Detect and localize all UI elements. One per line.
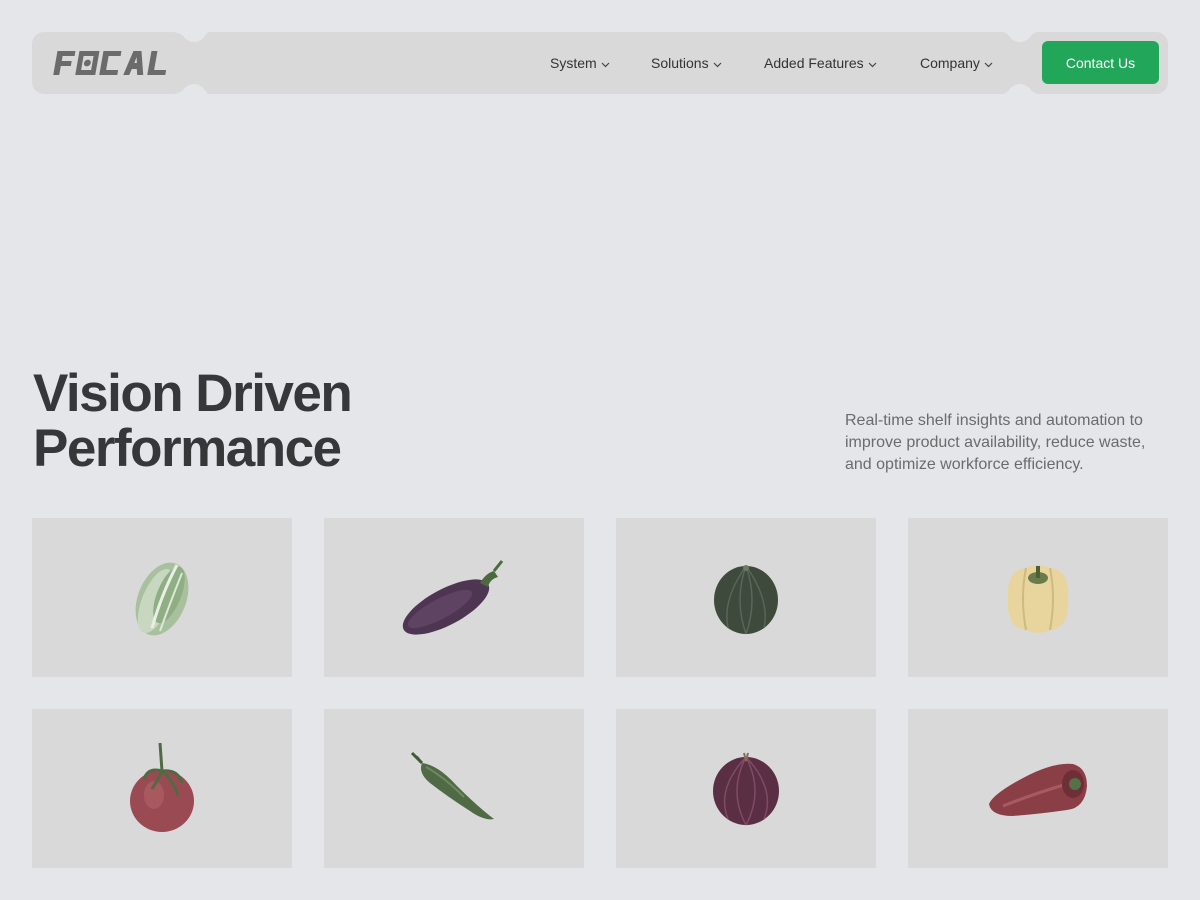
red-pepper-icon bbox=[989, 763, 1087, 816]
product-grid bbox=[32, 518, 1168, 868]
product-tile-eggplant[interactable] bbox=[324, 518, 584, 677]
product-tile-round-zucchini[interactable] bbox=[616, 518, 876, 677]
product-tile-yellow-pepper[interactable] bbox=[908, 518, 1168, 677]
focal-logo[interactable] bbox=[50, 46, 168, 80]
contact-us-button[interactable]: Contact Us bbox=[1042, 41, 1159, 84]
product-tile-red-onion[interactable] bbox=[616, 709, 876, 868]
hero-title-line-1: Vision Driven bbox=[33, 364, 353, 423]
nav-item-label: Solutions bbox=[651, 55, 709, 71]
nav-item-company[interactable]: Company bbox=[920, 32, 993, 94]
nav-item-solutions[interactable]: Solutions bbox=[651, 32, 722, 94]
product-tile-red-pepper[interactable] bbox=[908, 709, 1168, 868]
nav-item-label: Company bbox=[920, 55, 980, 71]
green-chili-icon bbox=[410, 751, 494, 819]
round-zucchini-icon bbox=[714, 564, 778, 634]
red-onion-icon bbox=[713, 752, 779, 825]
product-tile-green-chili[interactable] bbox=[324, 709, 584, 868]
nav-item-system[interactable]: System bbox=[550, 32, 610, 94]
tomato-icon bbox=[130, 742, 194, 832]
chevron-down-icon bbox=[868, 55, 877, 71]
nav-item-label: System bbox=[550, 55, 597, 71]
nav-item-added-features[interactable]: Added Features bbox=[764, 32, 877, 94]
nav-notch-left bbox=[172, 32, 208, 94]
hero-subtitle: Real-time shelf insights and automation … bbox=[845, 412, 1146, 473]
nav-item-label: Added Features bbox=[764, 55, 864, 71]
hero-title: Vision Driven Performance bbox=[33, 364, 353, 478]
nav-notch-right bbox=[1002, 32, 1038, 94]
focal-logo-mark bbox=[53, 51, 167, 75]
top-navigation-bar: System Solutions Added Features Company … bbox=[32, 32, 1168, 94]
product-tile-tomato[interactable] bbox=[32, 709, 292, 868]
product-tile-lettuce[interactable] bbox=[32, 518, 292, 677]
chevron-down-icon bbox=[984, 55, 993, 71]
hero-title-line-2: Performance bbox=[33, 419, 342, 478]
chevron-down-icon bbox=[713, 55, 722, 71]
chevron-down-icon bbox=[601, 55, 610, 71]
lettuce-icon bbox=[135, 562, 189, 635]
eggplant-icon bbox=[402, 559, 504, 635]
yellow-pepper-icon bbox=[1007, 564, 1069, 633]
